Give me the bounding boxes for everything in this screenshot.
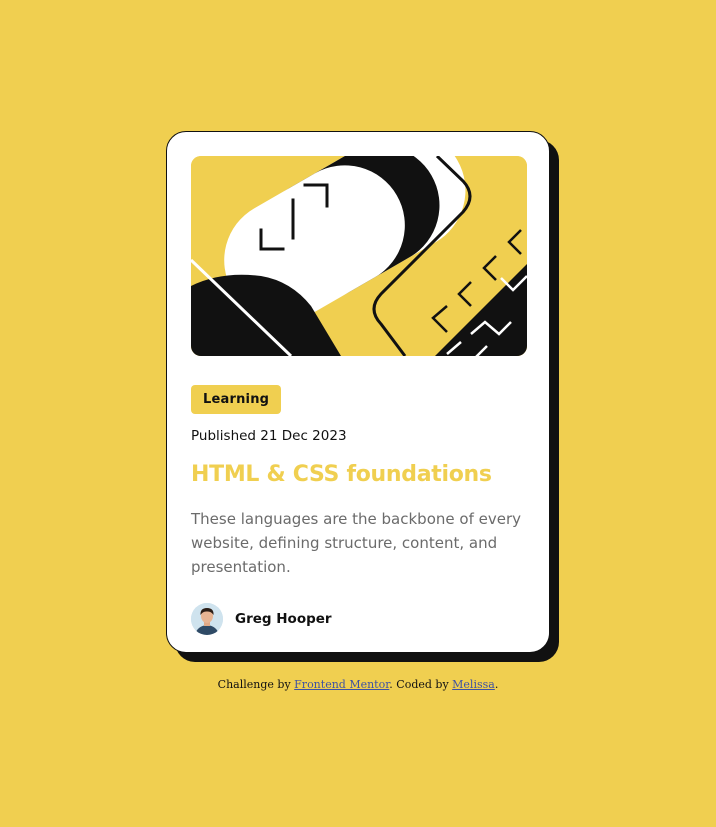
blog-preview-card: Learning Published 21 Dec 2023 HTML & CS… [166, 131, 550, 653]
attribution-prefix: Challenge by [217, 678, 295, 691]
author-info: Greg Hooper [191, 603, 332, 635]
hero-illustration [191, 156, 527, 356]
author-link[interactable]: Melissa [452, 678, 495, 691]
attribution-suffix: . [494, 678, 499, 691]
frontend-mentor-link[interactable]: Frontend Mentor [294, 678, 389, 691]
attribution-middle: . Coded by [389, 678, 453, 691]
card-description: These languages are the backbone of ever… [191, 510, 521, 576]
card-title[interactable]: HTML & CSS foundations [191, 462, 492, 487]
attribution: Challenge by Frontend Mentor. Coded by M… [0, 678, 716, 691]
category-tag: Learning [191, 385, 282, 414]
author-name: Greg Hooper [235, 611, 332, 627]
avatar [191, 603, 223, 635]
published-date: Published 21 Dec 2023 [191, 428, 347, 444]
